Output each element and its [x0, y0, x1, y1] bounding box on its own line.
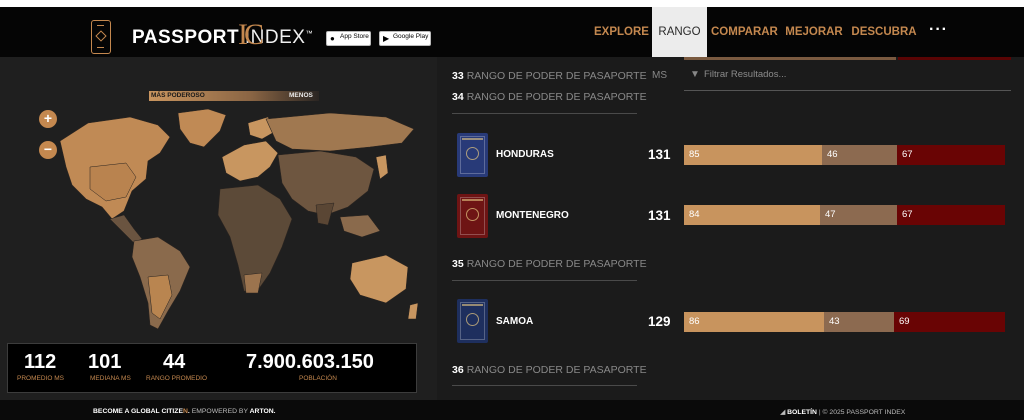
- visa-required-bar: 69: [894, 312, 1005, 332]
- nav-comparar[interactable]: COMPARAR: [711, 7, 778, 57]
- divider: [452, 280, 637, 281]
- footer-tagline[interactable]: BECOME A GLOBAL CITIZEN. EMPOWERED BY AR…: [93, 408, 276, 415]
- country-name[interactable]: SAMOA: [496, 316, 533, 327]
- southeast-asia-region: [339, 214, 381, 238]
- india-region: [315, 202, 335, 226]
- visa-free-bar: 84: [684, 205, 820, 225]
- population-value: 7.900.603.150: [246, 351, 374, 373]
- visa-on-arrival-bar: 47: [820, 205, 897, 225]
- new-zealand-region: [407, 302, 419, 320]
- visa-free-bar: 85: [684, 145, 822, 165]
- mobility-score: 131: [648, 147, 671, 162]
- newsletter-icon: ◢: [780, 409, 786, 416]
- australia-region: [349, 254, 409, 304]
- europe-region: [221, 140, 279, 182]
- population-label: POBLACIÓN: [299, 375, 337, 382]
- stats-summary: 112 PROMEDIO MS 101 MEDIANA MS 44 RANGO …: [7, 343, 417, 393]
- world-map[interactable]: [30, 107, 430, 342]
- visa-required-bar: 67: [897, 145, 1005, 165]
- visa-free-bar: 86: [684, 312, 824, 332]
- legend-less-label: MENOS: [289, 92, 313, 99]
- filter-icon: ▼: [690, 69, 700, 80]
- rank-group-34[interactable]: 34 RANGO DE PODER DE PASAPORTE: [452, 91, 647, 103]
- passport-logo-icon[interactable]: [91, 20, 111, 54]
- japan-region: [375, 154, 389, 180]
- samoa-passport-image[interactable]: [457, 299, 488, 343]
- scroll-edge-bar: [684, 57, 896, 60]
- honduras-passport-image[interactable]: [457, 133, 488, 177]
- app-store-button[interactable]: ● App Store: [326, 31, 371, 46]
- russia-region: [265, 112, 415, 152]
- scroll-edge-bar: [898, 57, 1011, 60]
- footer: BECOME A GLOBAL CITIZEN. EMPOWERED BY AR…: [0, 400, 1024, 420]
- greenland-region: [177, 108, 227, 148]
- montenegro-passport-image[interactable]: [457, 194, 488, 238]
- avg-rank-value: 44: [163, 351, 186, 373]
- rank-group-35[interactable]: 35 RANGO DE PODER DE PASAPORTE: [452, 258, 647, 270]
- legend-more-label: MÁS PODEROSO: [151, 92, 205, 99]
- median-ms-value: 101: [88, 351, 122, 373]
- top-strip: [0, 0, 1024, 7]
- avg-ms-label: PROMEDIO MS: [17, 375, 64, 382]
- play-icon: ▶: [383, 34, 390, 43]
- country-name[interactable]: HONDURAS: [496, 149, 554, 160]
- newsletter-link[interactable]: BOLETÍN: [787, 409, 817, 416]
- apple-icon: ●: [330, 34, 335, 43]
- country-name[interactable]: MONTENEGRO: [496, 210, 569, 221]
- nav-explore[interactable]: EXPLORE: [594, 7, 649, 57]
- brand-name[interactable]: PASSPORT INDEX™: [132, 27, 313, 49]
- southern-africa-region: [243, 272, 263, 294]
- median-ms-label: MEDIANA MS: [90, 375, 131, 382]
- rank-group-33[interactable]: 33 RANGO DE PODER DE PASAPORTE: [452, 70, 647, 82]
- google-play-button[interactable]: ▶ Google Play: [379, 31, 431, 46]
- visa-on-arrival-bar: 43: [824, 312, 894, 332]
- divider: [452, 385, 637, 386]
- footer-links: ◢ BOLETÍN | © 2025 PASSPORT INDEX: [780, 409, 906, 416]
- avg-rank-label: RANGO PROMEDIO: [146, 375, 208, 382]
- ms-column-header: MS: [652, 70, 667, 81]
- rank-group-36[interactable]: 36 RANGO DE PODER DE PASAPORTE: [452, 364, 647, 376]
- visa-required-bar: 67: [897, 205, 1005, 225]
- nav-mejorar[interactable]: MEJORAR: [784, 7, 844, 57]
- central-america-region: [109, 214, 143, 244]
- mobility-score: 129: [648, 314, 671, 329]
- nav-descubra[interactable]: DESCUBRA: [850, 7, 918, 57]
- nav-rango[interactable]: RANGO: [652, 7, 707, 57]
- avg-ms-value: 112: [24, 351, 57, 373]
- mobility-score: 131: [648, 208, 671, 223]
- brand-mark-icon: IC: [238, 18, 264, 51]
- visa-on-arrival-bar: 46: [822, 145, 897, 165]
- filter-results-input[interactable]: ▼ Filtrar Resultados...: [684, 61, 1011, 91]
- more-menu-icon[interactable]: ···: [929, 7, 948, 57]
- divider: [452, 113, 637, 114]
